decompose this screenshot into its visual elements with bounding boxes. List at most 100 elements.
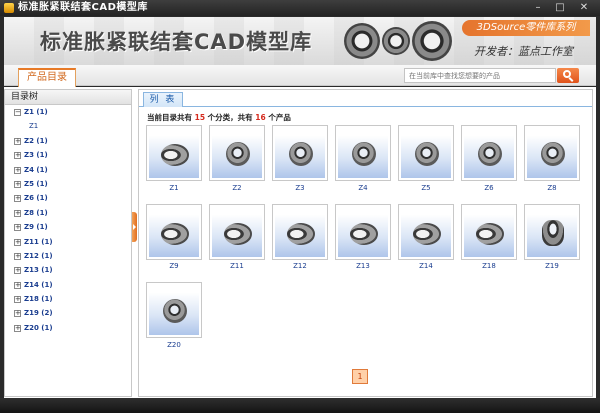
product-thumbnail	[338, 207, 388, 257]
product-card-z1[interactable]	[146, 125, 202, 181]
tree-item-z3[interactable]: + Z3 (1)	[5, 148, 131, 162]
product-card-z14[interactable]	[398, 204, 454, 260]
product-card-z9[interactable]	[146, 204, 202, 260]
expand-icon[interactable]: +	[14, 166, 21, 174]
tree-item-z1[interactable]: − Z1 (1)	[5, 105, 131, 119]
tree-item-label: Z13 (1)	[24, 266, 53, 275]
expand-icon[interactable]: +	[14, 267, 21, 275]
tree-item-z9[interactable]: + Z9 (1)	[5, 220, 131, 234]
tree-item-z13[interactable]: + Z13 (1)	[5, 263, 131, 277]
product-card-z6[interactable]	[461, 125, 517, 181]
product-card-z13[interactable]	[335, 204, 391, 260]
tree-item-z1-child[interactable]: Z1	[5, 119, 131, 133]
tree-item-z5[interactable]: + Z5 (1)	[5, 177, 131, 191]
maximize-button[interactable]: □	[550, 1, 570, 15]
product-label[interactable]: Z13	[335, 262, 391, 270]
expand-icon[interactable]: +	[14, 296, 21, 304]
product-label[interactable]: Z14	[398, 262, 454, 270]
search-button[interactable]	[557, 68, 579, 83]
expand-icon[interactable]: +	[14, 324, 21, 332]
banner: 标准胀紧联结套CAD模型库 3DSource零件库系列 开发者：蓝点工作室	[4, 17, 596, 65]
sidebar-header: 目录树	[5, 90, 131, 105]
tree-item-z19[interactable]: + Z19 (2)	[5, 306, 131, 320]
expand-icon[interactable]: +	[14, 180, 21, 188]
sidebar-collapse-handle[interactable]	[132, 212, 137, 242]
tree-item-z6[interactable]: + Z6 (1)	[5, 191, 131, 205]
product-card-z20[interactable]	[146, 282, 202, 338]
title-bar[interactable]: 标准胀紧联结套CAD模型库 – □ ✕	[0, 0, 600, 16]
tab-product-catalog[interactable]: 产品目录	[18, 68, 76, 87]
product-card-z18[interactable]	[461, 204, 517, 260]
coupling-thumbnail-icon	[541, 142, 565, 166]
expand-icon[interactable]: +	[14, 252, 21, 260]
minimize-button[interactable]: –	[528, 1, 548, 15]
tree-item-z4[interactable]: + Z4 (1)	[5, 163, 131, 177]
expand-icon[interactable]: +	[14, 224, 21, 232]
product-label[interactable]: Z18	[461, 262, 517, 270]
product-thumbnail	[464, 128, 514, 178]
expand-icon[interactable]: +	[14, 152, 21, 160]
product-label[interactable]: Z9	[146, 262, 202, 270]
coupling-thumbnail-icon	[226, 142, 250, 166]
tree-item-z18[interactable]: + Z18 (1)	[5, 292, 131, 306]
search-input[interactable]	[404, 68, 556, 83]
tree-item-label: Z9 (1)	[24, 223, 48, 232]
product-thumbnail	[212, 207, 262, 257]
product-label[interactable]: Z19	[524, 262, 580, 270]
product-thumbnail	[275, 207, 325, 257]
coupling-thumbnail-icon	[476, 223, 504, 245]
product-card-z19[interactable]	[524, 204, 580, 260]
expand-icon[interactable]: +	[14, 310, 21, 318]
summary-suffix: 个产品	[265, 113, 291, 122]
tree-item-z14[interactable]: + Z14 (1)	[5, 278, 131, 292]
tree-item-label: Z1	[29, 122, 39, 131]
product-thumbnail	[401, 207, 451, 257]
tab-list[interactable]: 列 表	[143, 92, 183, 107]
summary-middle: 个分类，共有	[205, 113, 256, 122]
product-thumbnail	[527, 207, 577, 257]
product-label[interactable]: Z5	[398, 184, 454, 192]
product-card-z5[interactable]	[398, 125, 454, 181]
expand-icon[interactable]: +	[14, 238, 21, 246]
tree-item-label: Z20 (1)	[24, 323, 53, 332]
coupling-thumbnail-icon	[224, 223, 252, 245]
tree-item-z8[interactable]: + Z8 (1)	[5, 206, 131, 220]
product-card-z11[interactable]	[209, 204, 265, 260]
product-label[interactable]: Z4	[335, 184, 391, 192]
search-icon-handle	[568, 77, 574, 82]
product-thumbnail	[338, 128, 388, 178]
close-button[interactable]: ✕	[572, 1, 596, 15]
product-label[interactable]: Z2	[209, 184, 265, 192]
product-thumbnail	[149, 207, 199, 257]
product-card-z12[interactable]	[272, 204, 328, 260]
tree-item-z2[interactable]: + Z2 (1)	[5, 134, 131, 148]
category-count: 15	[194, 113, 206, 122]
tree-item-z20[interactable]: + Z20 (1)	[5, 321, 131, 335]
product-label[interactable]: Z3	[272, 184, 328, 192]
product-thumbnail	[212, 128, 262, 178]
tree-item-z12[interactable]: + Z12 (1)	[5, 249, 131, 263]
product-card-z4[interactable]	[335, 125, 391, 181]
product-thumbnail	[149, 285, 199, 335]
coupling-thumbnail-icon	[352, 142, 376, 166]
product-label[interactable]: Z6	[461, 184, 517, 192]
tree-item-z11[interactable]: + Z11 (1)	[5, 235, 131, 249]
catalog-summary: 当前目录共有 15 个分类，共有 16 个产品	[147, 112, 291, 123]
product-label[interactable]: Z1	[146, 184, 202, 192]
coupling-thumbnail-icon	[289, 142, 313, 166]
product-card-z8[interactable]	[524, 125, 580, 181]
product-label[interactable]: Z11	[209, 262, 265, 270]
product-label[interactable]: Z20	[146, 341, 202, 349]
expand-icon[interactable]: +	[14, 137, 21, 145]
expand-icon[interactable]: +	[14, 195, 21, 203]
product-label[interactable]: Z8	[524, 184, 580, 192]
product-label[interactable]: Z12	[272, 262, 328, 270]
collapse-icon[interactable]: −	[14, 109, 21, 116]
product-card-z2[interactable]	[209, 125, 265, 181]
app-window: 标准胀紧联结套CAD模型库 – □ ✕ 标准胀紧联结套CAD模型库 3DSour…	[0, 0, 600, 413]
page-button-1[interactable]: 1	[352, 369, 368, 384]
product-card-z3[interactable]	[272, 125, 328, 181]
coupling-image-3	[412, 21, 452, 61]
expand-icon[interactable]: +	[14, 281, 21, 289]
expand-icon[interactable]: +	[14, 209, 21, 217]
